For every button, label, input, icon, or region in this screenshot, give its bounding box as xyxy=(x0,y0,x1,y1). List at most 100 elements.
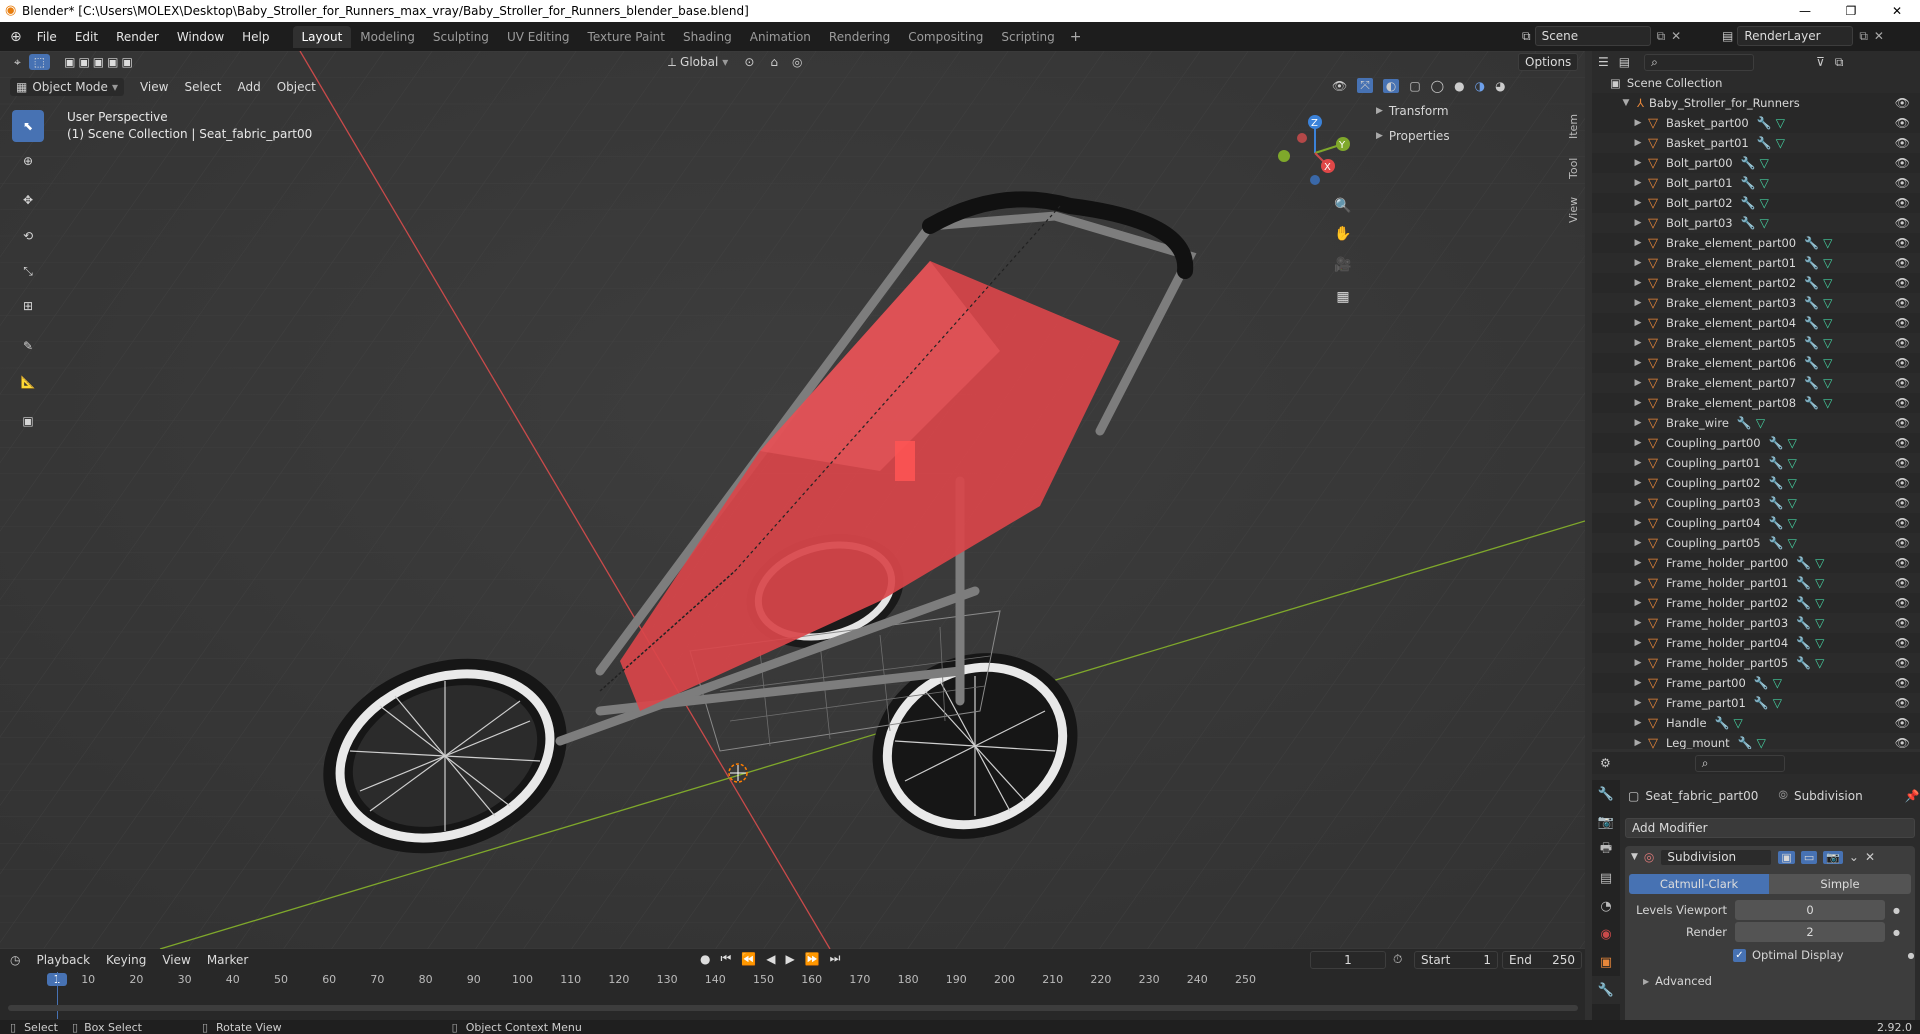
visibility-eye-icon[interactable]: 👁 xyxy=(1895,456,1910,470)
chevron-right-icon[interactable]: ▶ xyxy=(1632,418,1644,428)
chevron-down-icon[interactable]: ▼ xyxy=(1631,852,1638,862)
transform-tool[interactable]: ⊞ xyxy=(12,290,44,322)
xray-icon[interactable]: ▢ xyxy=(1409,79,1420,93)
visibility-eye-icon[interactable]: 👁 xyxy=(1895,336,1910,350)
keyframe-dot-icon[interactable]: ● xyxy=(1893,928,1900,937)
outliner-item[interactable]: ▶ ▽ Brake_element_part05 🔧 ▽ 👁 xyxy=(1592,333,1920,353)
visibility-eye-icon[interactable]: 👁 xyxy=(1895,236,1910,250)
menu-edit[interactable]: Edit xyxy=(66,26,107,48)
tool-tab-icon[interactable]: 🔧 xyxy=(1592,780,1620,808)
visibility-eye-icon[interactable]: 👁 xyxy=(1895,356,1910,370)
keyframe-dot-icon[interactable]: ● xyxy=(1893,906,1900,915)
play-icon[interactable]: ▶ xyxy=(785,952,794,966)
simple-button[interactable]: Simple xyxy=(1769,874,1911,894)
chevron-right-icon[interactable]: ▶ xyxy=(1632,118,1644,128)
frame-ruler[interactable]: 1102030405060708090100110120130140150160… xyxy=(0,971,1585,989)
outliner-item[interactable]: ▶ ▽ Brake_wire 🔧 ▽ 👁 xyxy=(1592,413,1920,433)
menu-file[interactable]: File xyxy=(28,26,66,48)
outliner-item[interactable]: ▶ ▽ Brake_element_part07 🔧 ▽ 👁 xyxy=(1592,373,1920,393)
scene-tab-icon[interactable]: ◔ xyxy=(1592,892,1620,920)
tab-texture-paint[interactable]: Texture Paint xyxy=(579,26,674,48)
move-tool[interactable]: ✥ xyxy=(12,184,44,216)
orientation-dropdown[interactable]: Global xyxy=(680,55,718,69)
viewport-toggle-icon[interactable]: ▭ xyxy=(1800,850,1818,864)
display-mode-icon[interactable]: ▤ xyxy=(1619,55,1630,69)
outliner-item[interactable]: ▶ ▽ Frame_part01 🔧 ▽ 👁 xyxy=(1592,693,1920,713)
navigation-gizmo[interactable]: Z Y X xyxy=(1270,108,1360,198)
chevron-right-icon[interactable]: ▶ xyxy=(1632,318,1644,328)
annotate-tool[interactable]: ✎ xyxy=(12,330,44,362)
chevron-right-icon[interactable]: ▶ xyxy=(1632,178,1644,188)
outliner-item[interactable]: ▶ ▽ Leg_mount 🔧 ▽ 👁 xyxy=(1592,733,1920,749)
visibility-eye-icon[interactable]: 👁 xyxy=(1895,156,1910,170)
outliner-item[interactable]: ▶ ▽ Basket_part01 🔧 ▽ 👁 xyxy=(1592,133,1920,153)
proportional-icon[interactable]: ◎ xyxy=(792,55,802,69)
perspective-grid-icon[interactable]: ▦ xyxy=(1330,284,1356,310)
chevron-right-icon[interactable]: ▶ xyxy=(1632,298,1644,308)
scale-tool[interactable]: ⤡ xyxy=(12,255,44,287)
outliner-item[interactable]: ▶ ▽ Coupling_part03 🔧 ▽ 👁 xyxy=(1592,493,1920,513)
chevron-down-icon[interactable]: ▼ xyxy=(1620,98,1632,108)
outliner-item[interactable]: ▶ ▽ Coupling_part04 🔧 ▽ 👁 xyxy=(1592,513,1920,533)
chevron-right-icon[interactable]: ▶ xyxy=(1632,478,1644,488)
chevron-right-icon[interactable]: ▶ xyxy=(1632,578,1644,588)
chevron-right-icon[interactable]: ▶ xyxy=(1632,638,1644,648)
add-cube-tool[interactable]: ▣ xyxy=(12,405,44,437)
panel-transform[interactable]: ▶ Transform xyxy=(1376,104,1449,118)
overlay-toggle-icon[interactable]: ◐ xyxy=(1382,78,1400,93)
chevron-right-icon[interactable]: ▶ xyxy=(1632,218,1644,228)
cursor-tool[interactable]: ⊕ xyxy=(12,145,44,177)
chevron-right-icon[interactable]: ▶ xyxy=(1632,518,1644,528)
select-modes-icon[interactable]: ▣▣▣▣▣ xyxy=(56,55,144,69)
zoom-icon[interactable]: 🔍 xyxy=(1330,193,1356,219)
rendered-shading-icon[interactable]: ◕ xyxy=(1495,79,1505,93)
current-frame-field[interactable]: 1 xyxy=(1310,951,1386,969)
chevron-right-icon[interactable]: ▶ xyxy=(1632,198,1644,208)
outliner-item[interactable]: ▶ ▽ Bolt_part01 🔧 ▽ 👁 xyxy=(1592,173,1920,193)
chevron-right-icon[interactable]: ▶ xyxy=(1632,398,1644,408)
chevron-right-icon[interactable]: ▶ xyxy=(1632,438,1644,448)
advanced-subpanel[interactable]: ▶ Advanced xyxy=(1625,974,1915,988)
visibility-eye-icon[interactable]: 👁 xyxy=(1895,376,1910,390)
preview-range-icon[interactable]: ⏱ xyxy=(1393,952,1402,967)
tab-compositing[interactable]: Compositing xyxy=(899,26,992,48)
minimize-button[interactable]: — xyxy=(1782,0,1828,22)
visibility-eye-icon[interactable]: 👁 xyxy=(1895,176,1910,190)
new-collection-icon[interactable]: ⧉ xyxy=(1835,55,1844,70)
outliner-item[interactable]: ▶ ▽ Bolt_part00 🔧 ▽ 👁 xyxy=(1592,153,1920,173)
outliner-item[interactable]: ▶ ▽ Coupling_part01 🔧 ▽ 👁 xyxy=(1592,453,1920,473)
measure-tool[interactable]: 📐 xyxy=(12,366,44,398)
chevron-right-icon[interactable]: ▶ xyxy=(1632,498,1644,508)
playhead-line[interactable] xyxy=(57,972,58,1019)
timeline-menu-playback[interactable]: Playback xyxy=(28,953,98,967)
camera-view-icon[interactable]: 🎥 xyxy=(1330,252,1356,278)
visibility-eye-icon[interactable]: 👁 xyxy=(1895,676,1910,690)
outliner-item[interactable]: ▶ ▽ Frame_holder_part05 🔧 ▽ 👁 xyxy=(1592,653,1920,673)
solid-shading-icon[interactable]: ● xyxy=(1454,79,1464,93)
visibility-eye-icon[interactable]: 👁 xyxy=(1895,536,1910,550)
chevron-down-icon[interactable]: ⌄ xyxy=(1849,850,1859,864)
next-keyframe-icon[interactable]: ⏩ xyxy=(805,952,820,966)
visibility-eye-icon[interactable]: 👁 xyxy=(1895,476,1910,490)
outliner-collection-row[interactable]: ▼ ⅄ Baby_Stroller_for_Runners 👁 xyxy=(1592,93,1920,113)
viewport-menu-object[interactable]: Object xyxy=(269,80,324,94)
chevron-right-icon[interactable]: ▶ xyxy=(1632,538,1644,548)
scene-field[interactable]: Scene xyxy=(1534,26,1651,46)
delete-scene-icon[interactable]: ✕ xyxy=(1671,29,1681,43)
chevron-right-icon[interactable]: ▶ xyxy=(1632,158,1644,168)
wireframe-shading-icon[interactable]: ◯ xyxy=(1431,79,1444,93)
end-frame-field[interactable]: End 250 xyxy=(1502,951,1582,969)
visibility-eye-icon[interactable]: 👁 xyxy=(1895,276,1910,290)
tab-item[interactable]: Item xyxy=(1567,108,1585,144)
snap-icon[interactable]: ⌂ xyxy=(770,55,778,69)
outliner-scene-collection[interactable]: ▣ Scene Collection xyxy=(1592,73,1920,93)
render-toggle-icon[interactable]: 📷 xyxy=(1823,850,1843,864)
filter-icon[interactable]: ⊽ xyxy=(1816,55,1825,69)
outliner-item[interactable]: ▶ ▽ Basket_part00 🔧 ▽ 👁 xyxy=(1592,113,1920,133)
view-layer-tab-icon[interactable]: ▤ xyxy=(1592,864,1620,892)
add-modifier-dropdown[interactable]: Add Modifier xyxy=(1625,818,1915,838)
viewport-menu-select[interactable]: Select xyxy=(176,80,229,94)
mode-dropdown[interactable]: ▦ Object Mode ▾ xyxy=(10,78,124,96)
rotate-tool[interactable]: ⟲ xyxy=(12,220,44,252)
modifier-tab-icon[interactable]: 🔧 xyxy=(1592,976,1620,1004)
